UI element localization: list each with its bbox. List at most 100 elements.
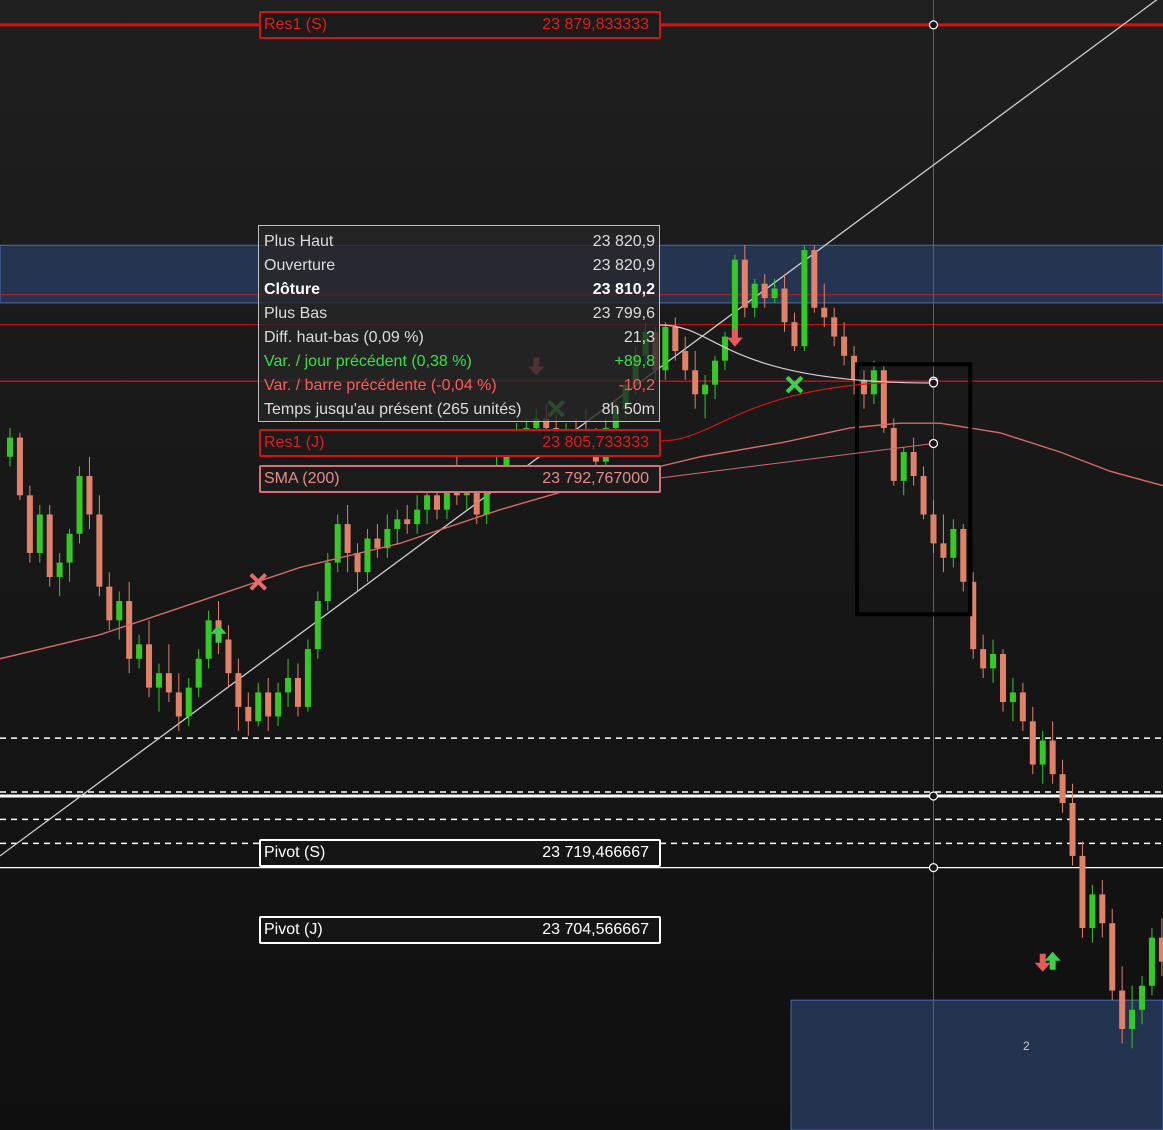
candle-body	[146, 644, 153, 688]
candle-body	[831, 317, 838, 337]
tooltip-row-low: Plus Bas 23 799,6	[264, 302, 655, 326]
candle-body	[1089, 894, 1096, 929]
candle-body	[821, 307, 828, 318]
candle-body	[712, 360, 719, 385]
candle-body	[116, 601, 123, 621]
candle-body	[314, 601, 321, 650]
sma200-value: 23 792,767000	[542, 470, 649, 487]
candle-body	[860, 379, 867, 395]
candle-body	[781, 288, 788, 323]
tooltip-label: Clôture	[264, 281, 320, 298]
candle-body	[255, 692, 262, 722]
candle-body	[344, 524, 351, 553]
candle-body	[1059, 774, 1066, 804]
candle-body	[1158, 937, 1163, 962]
candle-body	[1139, 985, 1146, 1010]
tooltip-row-close: Clôture 23 810,2	[264, 278, 655, 302]
tooltip-label: Ouverture	[264, 257, 336, 274]
sma200-label: SMA (200) 23 792,767000	[259, 465, 661, 493]
price-chart[interactable]: Res1 (S) 23 879,833333 Res1 (J) 23 805,7…	[0, 0, 1163, 1130]
candle-body	[870, 370, 877, 395]
candle-body	[1109, 923, 1116, 991]
candle-body	[1000, 653, 1006, 703]
res1-week-name: Res1 (S)	[264, 16, 328, 33]
candle-body	[1148, 937, 1155, 986]
trend-line	[0, 0, 1158, 857]
candle-body	[1079, 855, 1086, 929]
candle-body	[265, 692, 272, 717]
candle-body	[1129, 1009, 1136, 1030]
pivot-week-label: Pivot (S) 23 719,466667	[259, 839, 661, 867]
candle-body	[304, 649, 311, 707]
tooltip-label: Temps jusqu'au présent (265 unités)	[264, 401, 522, 418]
candle-body	[1009, 692, 1016, 703]
tooltip-row-high: Plus Haut 23 820,9	[264, 230, 655, 254]
candle-body	[235, 673, 242, 707]
tooltip-row-open: Ouverture 23 820,9	[264, 254, 655, 278]
tooltip-value: 23 799,6	[592, 305, 655, 322]
res1-day-label: Res1 (J) 23 805,733333	[259, 429, 661, 457]
res1-day-name: Res1 (J)	[264, 434, 325, 451]
arrow-down-icon	[1034, 953, 1051, 972]
chart-canvas[interactable]	[0, 0, 1163, 1130]
pivot-week-name: Pivot (S)	[264, 844, 326, 861]
tooltip-value: +89,8	[614, 353, 655, 370]
candle-body	[334, 524, 341, 563]
candle-body	[761, 283, 768, 299]
candle-body	[245, 706, 252, 722]
candle-body	[76, 476, 83, 534]
candle-body	[36, 514, 43, 553]
candle-body	[56, 562, 63, 578]
candle-body	[880, 370, 887, 428]
candle-body	[702, 384, 709, 395]
tooltip-value: 23 820,9	[592, 257, 655, 274]
arrow-up-icon	[1044, 951, 1061, 970]
candle-body	[374, 538, 381, 549]
candle-body	[185, 687, 192, 717]
candle-body	[414, 509, 421, 525]
candle-body	[692, 370, 699, 395]
arrow-up-icon	[210, 624, 227, 643]
candle-body	[26, 495, 33, 553]
signal-count-label: 2	[1023, 1039, 1030, 1053]
candle-body	[285, 678, 292, 693]
candle-body	[1029, 721, 1036, 765]
tooltip-label: Diff. haut-bas (0,09 %)	[264, 329, 424, 346]
cross-icon	[785, 375, 804, 394]
candle-body	[662, 326, 669, 371]
sma200-line	[0, 422, 1163, 660]
tooltip-row-range: Diff. haut-bas (0,09 %) 21,3	[264, 326, 655, 350]
candle-body	[890, 427, 897, 481]
candle-body	[940, 543, 947, 558]
pivot-day-value: 23 704,566667	[542, 921, 649, 938]
tooltip-value: 8h 50m	[601, 401, 655, 418]
pivot-day-name: Pivot (J)	[264, 921, 323, 938]
candle-body	[364, 538, 371, 573]
tooltip-label: Plus Bas	[264, 305, 328, 322]
candle-body	[106, 586, 113, 621]
candle-body	[910, 452, 917, 477]
candle-body	[195, 658, 202, 688]
candle-body	[46, 514, 53, 578]
tooltip-label: Plus Haut	[264, 233, 334, 250]
candle-body	[1039, 740, 1046, 765]
candle-body	[424, 495, 431, 510]
candle-body	[96, 514, 103, 587]
candle-body	[930, 514, 937, 544]
candle-body	[672, 326, 679, 352]
tooltip-row-bar-change: Var. / barre précédente (-0,04 %) -10,2	[264, 374, 655, 398]
candle-body	[1119, 990, 1126, 1030]
candle-body	[136, 644, 143, 659]
res1-day-value: 23 805,733333	[542, 434, 649, 451]
pivot-week-value: 23 719,466667	[542, 844, 649, 861]
crosshair-intersection-dot	[928, 20, 939, 30]
candle-body	[771, 288, 778, 299]
candle-body	[86, 476, 93, 515]
arrow-down-icon	[726, 328, 743, 347]
tooltip-label: Var. / jour précédent (0,38 %)	[264, 353, 472, 370]
pivot-day-label: Pivot (J) 23 704,566667	[259, 916, 661, 944]
candle-body	[682, 351, 689, 371]
crosshair-intersection-dot	[928, 438, 939, 449]
candle-body	[66, 533, 73, 563]
candle-body	[731, 259, 738, 337]
